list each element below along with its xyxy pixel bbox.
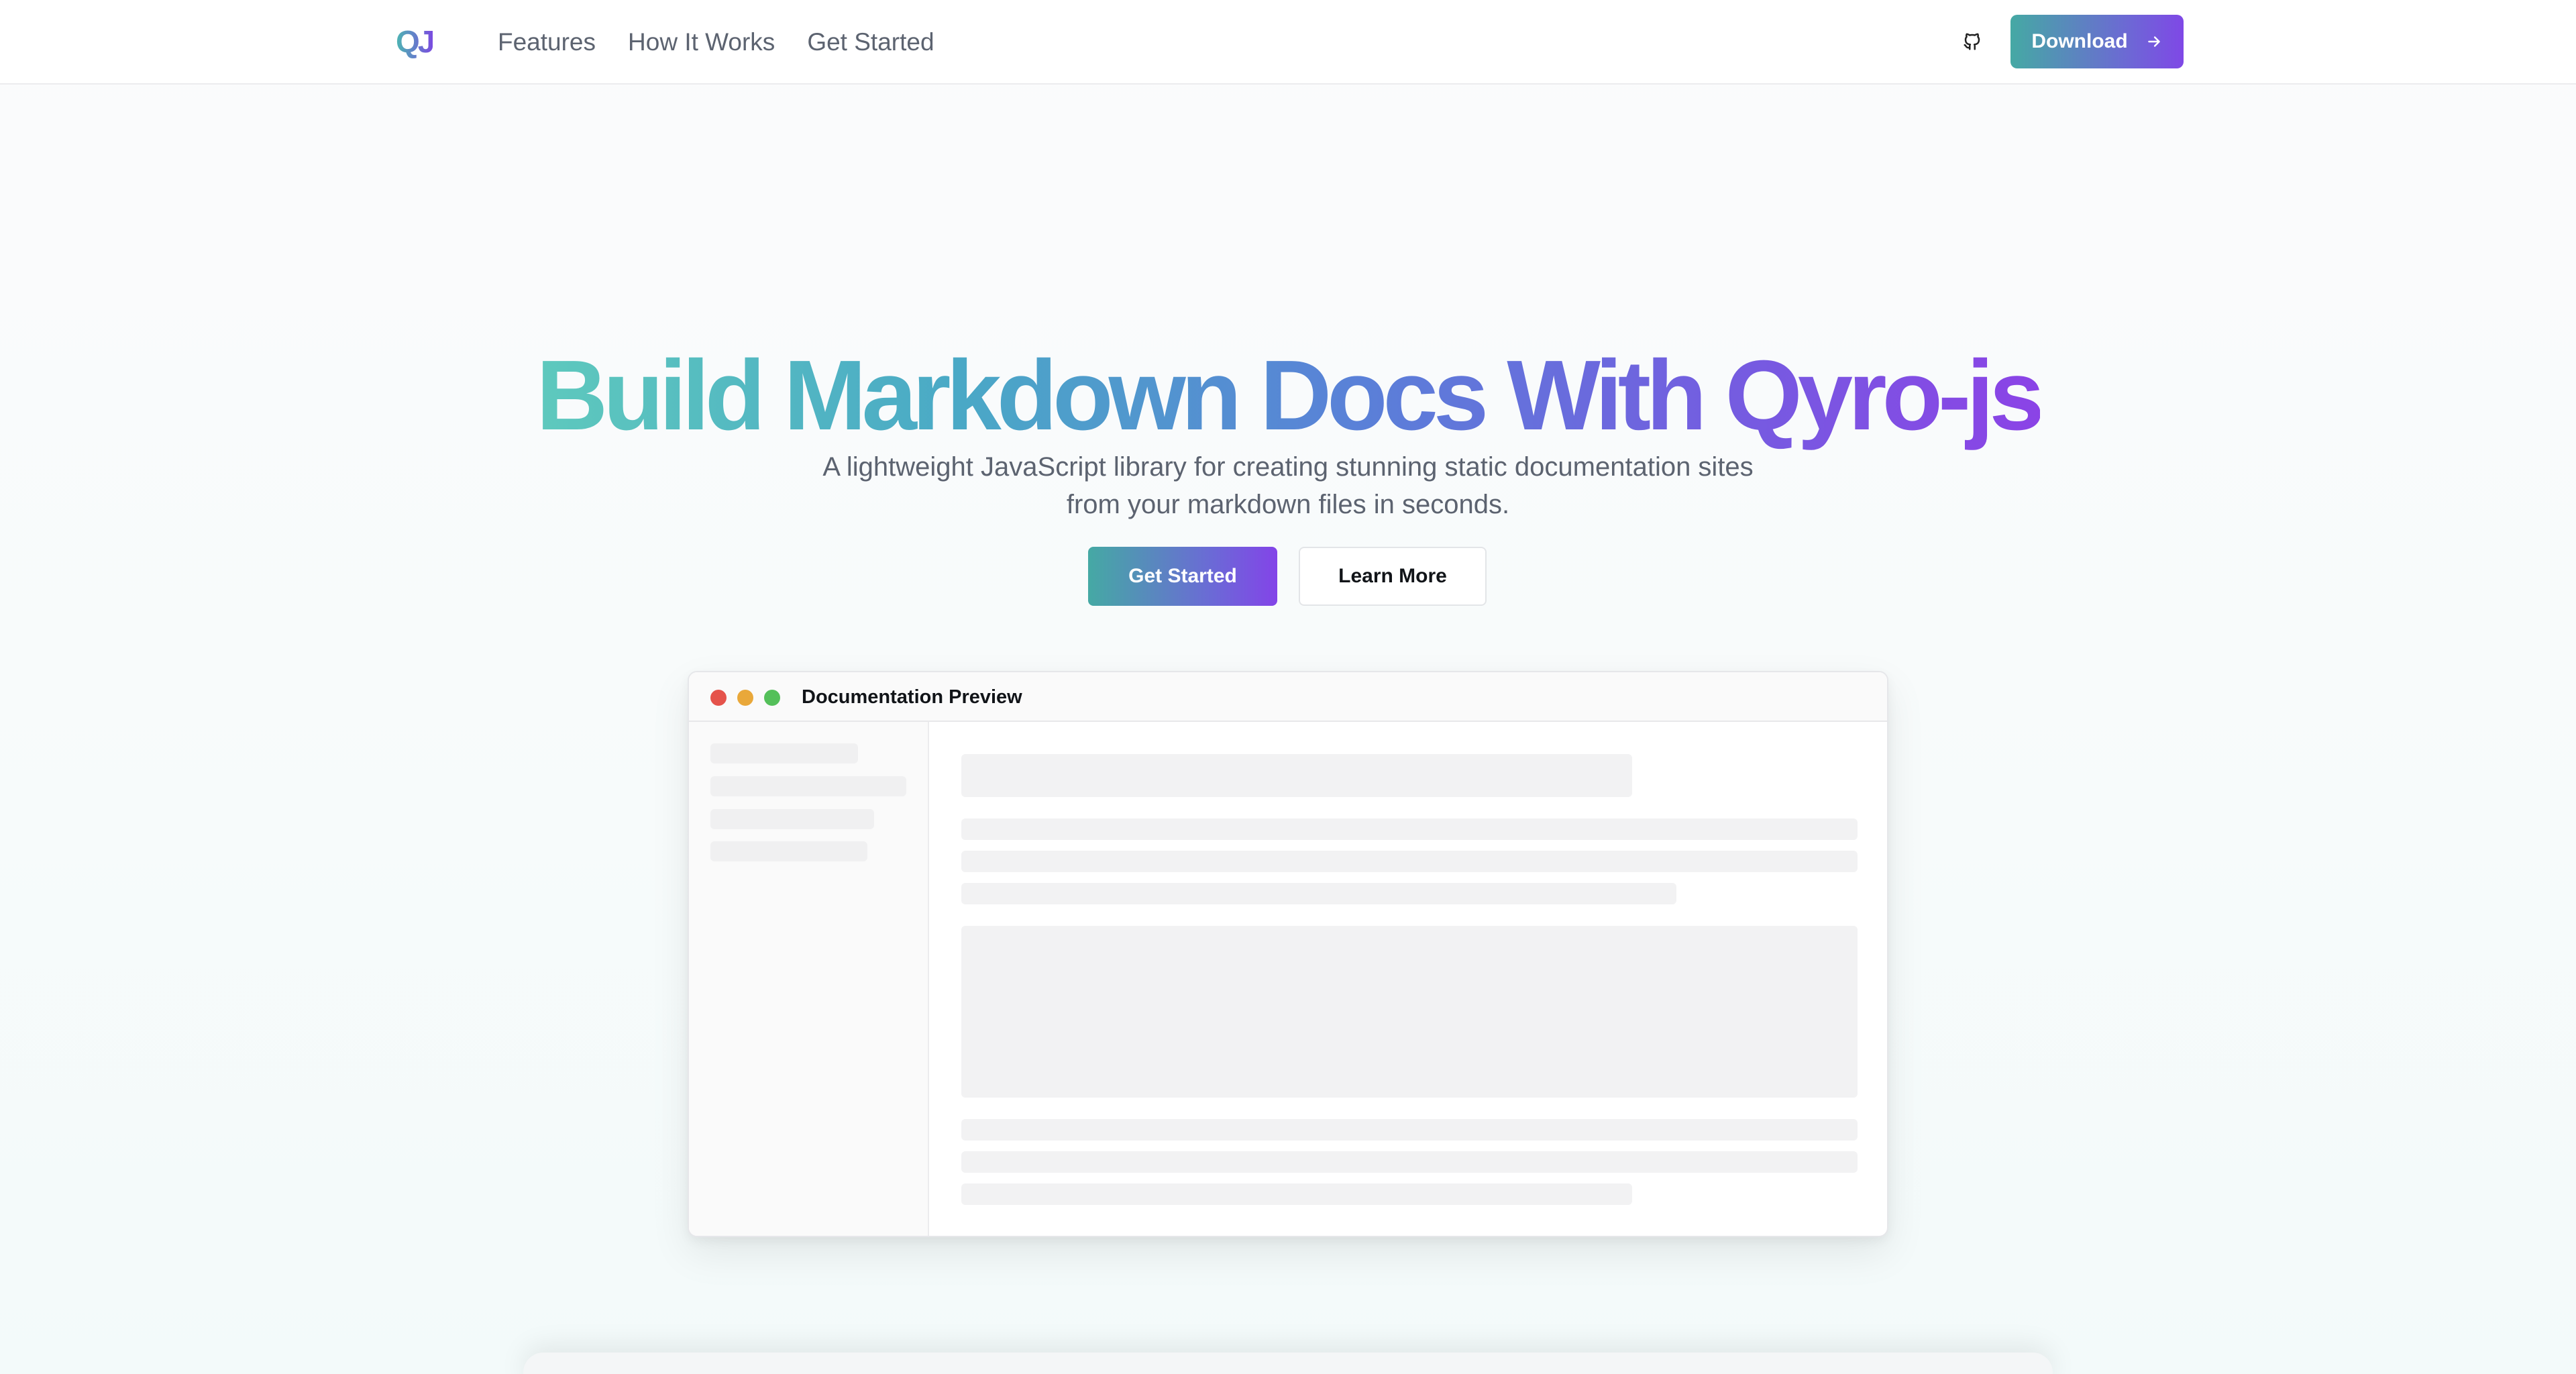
documentation-preview-window: Documentation Preview — [688, 671, 1888, 1237]
download-label: Download — [2031, 30, 2128, 52]
content-skeleton-line — [961, 1183, 1632, 1205]
nav-link-how-it-works[interactable]: How It Works — [628, 25, 775, 59]
content-skeleton-heading — [961, 754, 1632, 797]
arrow-right-icon — [2147, 36, 2160, 47]
content-skeleton-line — [961, 1151, 1858, 1173]
window-maximize-dot — [764, 690, 780, 706]
sidebar-skeleton-line — [710, 841, 867, 861]
download-button[interactable]: Download — [2010, 15, 2184, 68]
nav-link-get-started[interactable]: Get Started — [807, 25, 934, 59]
window-close-dot — [710, 690, 727, 706]
learn-more-button[interactable]: Learn More — [1299, 547, 1487, 606]
github-icon — [1964, 33, 1980, 50]
preview-title: Documentation Preview — [802, 686, 1022, 708]
sidebar-skeleton-line — [710, 743, 858, 763]
content-skeleton-line — [961, 851, 1858, 872]
content-skeleton-block — [961, 926, 1858, 1098]
sidebar-skeleton-line — [710, 776, 906, 796]
top-navbar: QJ Features How It Works Get Started Dow… — [0, 0, 2576, 85]
window-minimize-dot — [737, 690, 753, 706]
content-skeleton-line — [961, 883, 1676, 904]
landing-page: QJ Features How It Works Get Started Dow… — [0, 0, 2576, 1374]
hero-subtitle: A lightweight JavaScript library for cre… — [822, 452, 1754, 519]
sidebar-skeleton-line — [710, 809, 874, 829]
content-skeleton-line — [961, 1119, 1858, 1141]
next-section-edge — [523, 1353, 2053, 1374]
preview-title-bar: Documentation Preview — [689, 672, 1887, 722]
qj-logo[interactable]: QJ — [396, 23, 435, 60]
nav-link-features[interactable]: Features — [498, 25, 596, 59]
hero-title: Build Markdown Docs With Qyro-js — [0, 335, 2576, 456]
content-skeleton-line — [961, 818, 1858, 840]
get-started-button[interactable]: Get Started — [1088, 547, 1277, 606]
preview-sidebar — [689, 722, 929, 1236]
github-button[interactable] — [1957, 27, 1987, 56]
hero-title-text: Build Markdown Docs With Qyro-js — [536, 340, 2044, 451]
nav-links: Features How It Works Get Started — [498, 25, 934, 59]
